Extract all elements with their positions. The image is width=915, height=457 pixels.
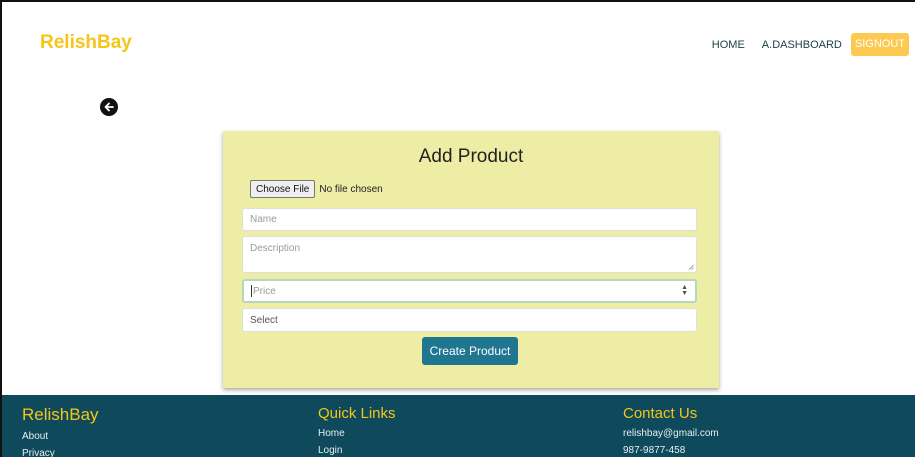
nav-dashboard-link[interactable]: A.DASHBOARD [762,39,842,51]
navbar: RelishBay HOME A.DASHBOARD SIGNOUT [2,2,915,82]
resize-handle-icon[interactable] [688,264,694,270]
price-input-content: Price [251,285,276,297]
description-placeholder: Description [250,243,301,254]
name-input[interactable]: Name [242,208,697,231]
choose-file-button[interactable]: Choose File [250,180,316,198]
file-upload: Choose File No file chosen [250,180,383,198]
footer-login-link[interactable]: Login [318,445,396,456]
name-placeholder: Name [250,214,277,225]
create-product-button[interactable]: Create Product [422,337,518,365]
footer-brand: RelishBay [22,405,99,424]
footer-quick-links-column: Quick Links Home Login [318,405,396,456]
description-textarea[interactable]: Description [242,236,697,273]
contact-phone: 987-9877-458 [623,445,686,456]
category-select[interactable]: Select [242,308,697,332]
contact-heading: Contact Us [623,405,698,422]
footer-privacy-link[interactable]: Privacy [22,448,99,457]
footer-brand-column: RelishBay About Privacy [22,405,99,457]
quick-links-heading: Quick Links [318,405,396,422]
arrow-left-icon [104,102,114,112]
footer: RelishBay About Privacy Quick Links Home… [2,395,915,457]
contact-email: relishbay@gmail.com [623,428,719,439]
back-arrow-icon[interactable] [100,98,118,116]
footer-home-link[interactable]: Home [318,428,396,439]
footer-contact-column: Contact Us relishbay@gmail.com 987-9877-… [623,405,719,456]
nav-home-link[interactable]: HOME [712,39,745,51]
number-spinner-icon[interactable]: ▲ ▼ [681,284,688,297]
category-select-value: Select [250,314,278,326]
file-status-text: No file chosen [319,183,383,195]
price-input[interactable]: Price ▲ ▼ [242,279,697,303]
add-product-card: Add Product Choose File No file chosen N… [223,131,719,388]
app-frame: RelishBay HOME A.DASHBOARD SIGNOUT Add P… [0,0,915,457]
nav-links: HOME A.DASHBOARD SIGNOUT [695,33,909,56]
signout-button[interactable]: SIGNOUT [850,33,909,56]
brand-logo[interactable]: RelishBay [40,32,132,54]
text-cursor [251,285,252,297]
form-title: Add Product [418,146,524,167]
price-placeholder: Price [253,285,276,297]
footer-about-link[interactable]: About [22,431,99,442]
